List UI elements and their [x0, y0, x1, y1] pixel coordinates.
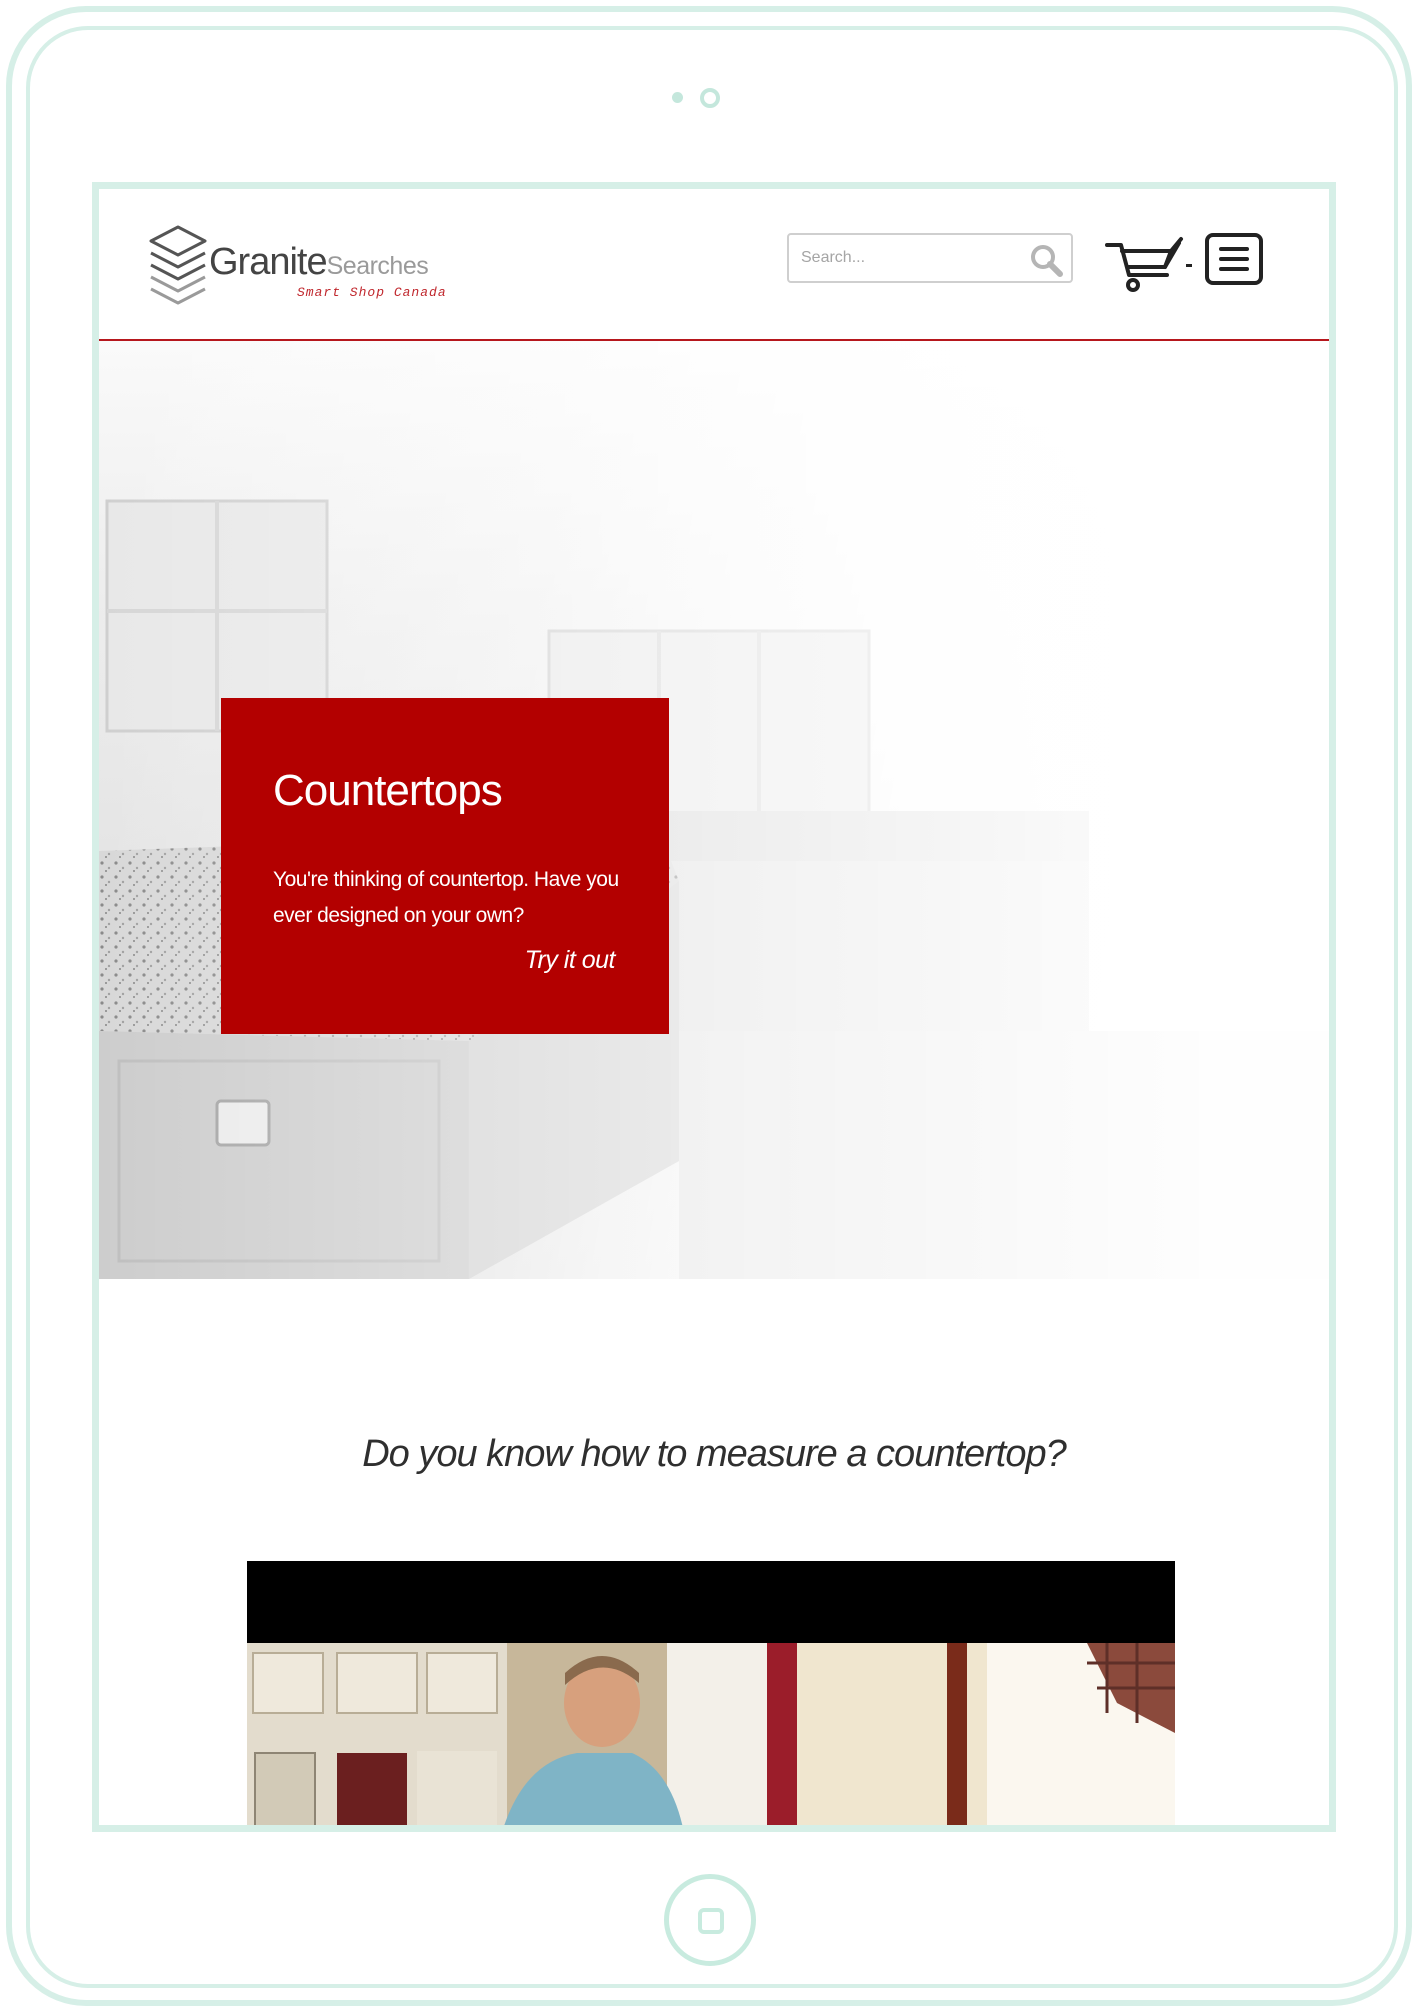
logo-wordmark: GraniteSearches — [209, 241, 429, 284]
menu-line — [1219, 267, 1249, 271]
hamburger-menu-icon[interactable] — [1205, 233, 1263, 285]
logo-name-main: Granite — [209, 241, 328, 283]
hero-promo-card: Countertops You're thinking of counterto… — [221, 698, 669, 1034]
camera-sensor — [672, 92, 683, 103]
site-logo[interactable]: GraniteSearches Smart Shop Canada — [147, 223, 447, 319]
hero-description: You're thinking of countertop. Have you … — [273, 868, 619, 927]
hero-title: Countertops — [273, 766, 503, 815]
try-it-out-link[interactable]: Try it out — [525, 946, 616, 975]
home-square-icon — [698, 1908, 724, 1934]
search-icon[interactable] — [1029, 243, 1063, 277]
search-input[interactable] — [801, 235, 1021, 281]
camera-lens — [700, 88, 720, 108]
logo-tagline: Smart Shop Canada — [297, 285, 447, 300]
video-thumbnail — [247, 1643, 1175, 1825]
site-header: GraniteSearches Smart Shop Canada — [99, 189, 1329, 341]
section-heading: Do you know how to measure a countertop? — [362, 1433, 1067, 1475]
video-player[interactable] — [247, 1561, 1175, 1825]
logo-name-sub: Searches — [326, 252, 429, 280]
screen: GraniteSearches Smart Shop Canada Search… — [92, 182, 1336, 1832]
cart-icon[interactable] — [1105, 235, 1189, 295]
stacked-layers-icon — [149, 225, 207, 305]
search-box — [787, 233, 1073, 283]
hero-banner: Countertops You're thinking of counterto… — [99, 341, 1329, 1279]
menu-line — [1219, 257, 1249, 261]
home-button[interactable] — [664, 1874, 756, 1966]
menu-line — [1219, 247, 1249, 251]
cart-dropdown-icon[interactable] — [1186, 264, 1192, 267]
